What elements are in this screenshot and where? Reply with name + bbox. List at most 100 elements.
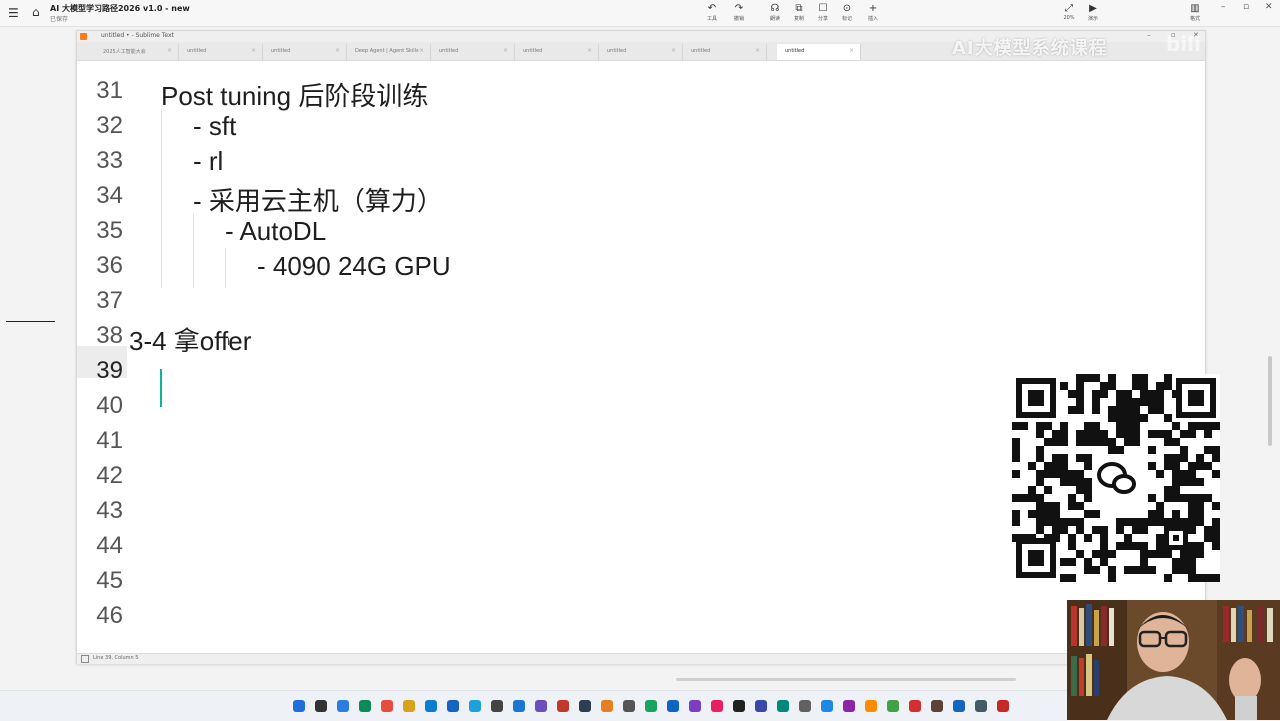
taskbar-app-icon[interactable]	[623, 700, 635, 712]
windows-taskbar	[0, 690, 1067, 721]
page-scrollbar[interactable]	[1268, 356, 1272, 446]
code-line-32: - sft	[193, 111, 237, 141]
taskbar-app-icon[interactable]	[711, 700, 723, 712]
document-title: AI 大模型学习路径2026 v1.0 - new	[50, 4, 190, 13]
taskbar-app-icon[interactable]	[931, 700, 943, 712]
toolbar-undo-button[interactable]: ↶ 工具	[697, 3, 727, 22]
tab-close-icon[interactable]: ×	[167, 47, 172, 54]
taskbar-app-icon[interactable]	[293, 700, 305, 712]
wechat-logo-icon	[1092, 454, 1140, 502]
tab-8[interactable]: untitled ×	[683, 44, 767, 60]
taskbar-app-icon[interactable]	[447, 700, 459, 712]
taskbar-app-icon[interactable]	[821, 700, 833, 712]
taskbar-app-icon[interactable]	[843, 700, 855, 712]
taskbar-app-icon[interactable]	[359, 700, 371, 712]
tab-3[interactable]: untitled ×	[263, 44, 347, 60]
code-line-31: Post tuning 后阶段训练	[161, 81, 429, 111]
line-number: 45	[96, 567, 123, 594]
insert-icon: +	[868, 3, 878, 14]
line-number: 46	[96, 602, 123, 629]
toolbar-insert-button[interactable]: + 插入	[858, 3, 888, 22]
present-button[interactable]: ▶ 演示	[1078, 3, 1108, 22]
taskbar-app-icon[interactable]	[689, 700, 701, 712]
line-number: 43	[96, 497, 123, 524]
status-bar: Line 39, Column 5	[77, 653, 1205, 664]
tab-close-icon[interactable]: ×	[671, 47, 676, 54]
taskbar-app-icon[interactable]	[469, 700, 481, 712]
line-number: 37	[96, 287, 123, 314]
taskbar-app-icon[interactable]	[601, 700, 613, 712]
taskbar-app-icon[interactable]	[953, 700, 965, 712]
line-number: 41	[96, 427, 123, 454]
layout-icon: ▥	[1190, 3, 1200, 14]
taskbar-app-icon[interactable]	[425, 700, 437, 712]
toolbar-redo-button[interactable]: ↷ 撤销	[724, 3, 754, 22]
indent-guide	[161, 108, 162, 288]
taskbar-app-icon[interactable]	[799, 700, 811, 712]
taskbar-app-icon[interactable]	[513, 700, 525, 712]
taskbar-app-icon[interactable]	[777, 700, 789, 712]
code-line-33: - rl	[193, 146, 224, 176]
taskbar-app-icon[interactable]	[491, 700, 503, 712]
taskbar-app-icon[interactable]	[909, 700, 921, 712]
taskbar-app-icon[interactable]	[997, 700, 1009, 712]
tab-close-icon[interactable]: ×	[849, 47, 854, 54]
tab-active[interactable]: untitled ×	[777, 44, 861, 60]
line-number: 31	[96, 77, 123, 104]
tab-close-icon[interactable]: ×	[251, 47, 256, 54]
line-number: 34	[96, 182, 123, 209]
line-number: 32	[96, 112, 123, 139]
tab-4[interactable]: Deep Agent | Agent Skills ×	[347, 44, 431, 60]
taskbar-app-icon[interactable]	[579, 700, 591, 712]
tab-close-icon[interactable]: ×	[335, 47, 340, 54]
restore-icon[interactable]: ▫	[1243, 2, 1249, 12]
taskbar-app-icon[interactable]	[535, 700, 547, 712]
taskbar-app-icon[interactable]	[667, 700, 679, 712]
tab-6[interactable]: untitled ×	[515, 44, 599, 60]
code-line-34: - 采用云主机（算力）	[193, 186, 443, 216]
code-line-35: - AutoDL	[225, 216, 327, 246]
taskbar-app-icon[interactable]	[733, 700, 745, 712]
line-number: 35	[96, 217, 123, 244]
line-number: 40	[96, 392, 123, 419]
app-toolbar: ☰ ⌂ AI 大模型学习路径2026 v1.0 - new 已保存 ↶ 工具 ↷ 撤…	[0, 0, 1280, 27]
taskbar-app-icon[interactable]	[337, 700, 349, 712]
indent-guide	[225, 248, 226, 288]
line-number-current: 39	[96, 357, 123, 384]
taskbar-app-icon[interactable]	[755, 700, 767, 712]
horizontal-scrollbar[interactable]	[676, 678, 1016, 681]
tab-close-icon[interactable]: ×	[587, 47, 592, 54]
taskbar-app-icon[interactable]	[865, 700, 877, 712]
minimize-icon[interactable]: –	[1221, 2, 1226, 12]
taskbar-app-icon[interactable]	[645, 700, 657, 712]
menu-icon[interactable]: ☰	[8, 6, 19, 20]
text-caret	[160, 369, 162, 407]
format-button[interactable]: ▥ 格式	[1180, 3, 1210, 22]
home-icon[interactable]: ⌂	[32, 5, 40, 19]
code-line-38: 3-4 拿offer	[129, 326, 252, 356]
tab-2[interactable]: untitled ×	[179, 44, 263, 60]
decorative-line	[6, 321, 55, 322]
presenter-webcam	[1067, 600, 1280, 720]
panel-toggle-icon[interactable]	[81, 655, 89, 663]
course-watermark: AI大模型系统课程	[952, 38, 1108, 59]
tab-7[interactable]: untitled ×	[599, 44, 683, 60]
cursor-position: Line 39, Column 5	[93, 655, 139, 661]
close-icon[interactable]: ✕	[1265, 2, 1273, 12]
line-number: 38	[96, 322, 123, 349]
ibeam-cursor-icon: I	[227, 337, 230, 348]
tab-5[interactable]: untitled ×	[431, 44, 515, 60]
taskbar-app-icon[interactable]	[975, 700, 987, 712]
taskbar-app-icon[interactable]	[381, 700, 393, 712]
taskbar-app-icon[interactable]	[403, 700, 415, 712]
line-number: 42	[96, 462, 123, 489]
tab-close-icon[interactable]: ×	[503, 47, 508, 54]
taskbar-app-icon[interactable]	[315, 700, 327, 712]
taskbar-app-icon[interactable]	[887, 700, 899, 712]
taskbar-app-icon[interactable]	[557, 700, 569, 712]
indent-guide	[193, 213, 194, 288]
tab-1[interactable]: 2025人工智能大会 ×	[95, 44, 179, 60]
tab-close-icon[interactable]: ×	[755, 47, 760, 54]
window-minimize-icon[interactable]: –	[1147, 31, 1151, 39]
tab-close-icon[interactable]: ×	[419, 47, 424, 54]
